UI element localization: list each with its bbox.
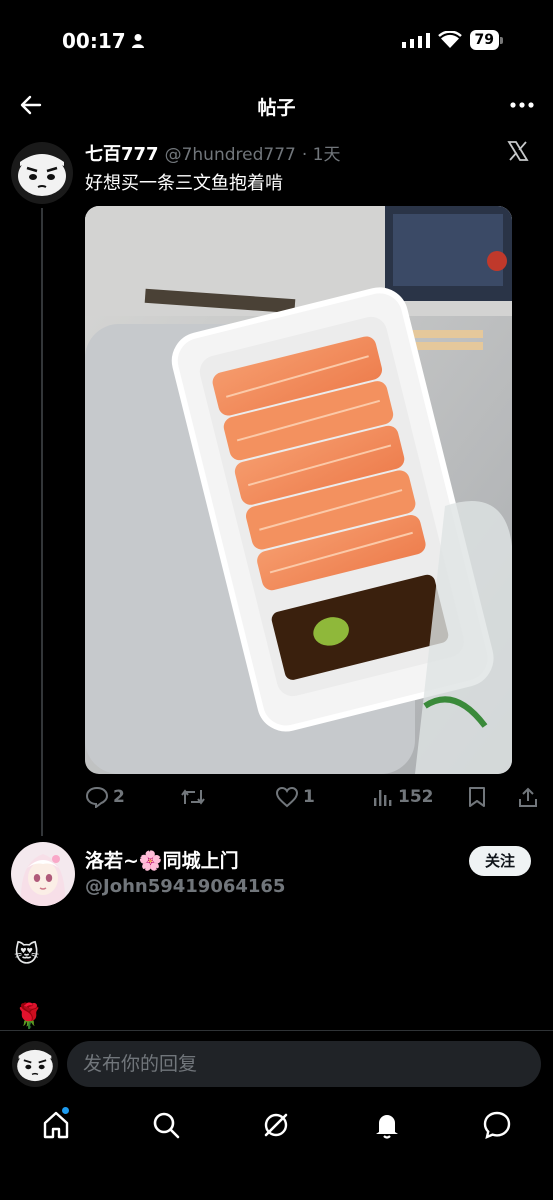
like-count: 1 — [303, 787, 315, 807]
reply-count: 2 — [113, 787, 125, 807]
bottom-tab-bar — [0, 1100, 553, 1156]
messages-icon[interactable] — [482, 1110, 512, 1140]
wifi-icon — [437, 31, 462, 48]
avatar-face-icon — [11, 142, 73, 204]
bookmark-action[interactable] — [467, 786, 487, 808]
post-header: 七百777 @7hundred777 · 1天 — [85, 140, 340, 166]
notifications-bell-icon[interactable] — [372, 1110, 402, 1140]
post-actions: 2 1 152 — [85, 786, 540, 812]
heart-icon — [275, 786, 299, 808]
author-name[interactable]: 七百777 — [85, 140, 159, 166]
views-chart-icon — [374, 790, 392, 806]
reply-user-handle[interactable]: @John59419064165 — [85, 876, 285, 897]
bookmark-icon — [469, 787, 485, 807]
repost-icon — [181, 789, 205, 805]
post-time: · 1天 — [301, 145, 341, 165]
author-avatar[interactable] — [11, 142, 73, 204]
share-icon — [519, 787, 537, 807]
post-text: 好想买一条三文鱼抱着啃 — [85, 173, 283, 194]
grok-icon[interactable] — [261, 1110, 291, 1140]
heart-eyes-cat-emoji: 😻 — [14, 940, 40, 968]
rose-emoji: 🌹 — [14, 1002, 44, 1030]
reply-user-avatar[interactable] — [11, 842, 75, 906]
author-handle[interactable]: @7hundred777 — [165, 145, 296, 165]
views-count: 152 — [398, 787, 434, 807]
search-icon[interactable] — [151, 1110, 181, 1140]
person-icon — [132, 34, 144, 48]
page-title: 帖子 — [257, 97, 296, 119]
my-avatar[interactable] — [12, 1041, 58, 1087]
home-icon[interactable] — [41, 1110, 71, 1140]
reply-compose-bar: 发布你的回复 — [0, 1030, 553, 1100]
signal-icon — [401, 33, 430, 48]
follow-button[interactable]: 关注 — [469, 846, 531, 876]
battery-tip — [500, 36, 503, 44]
status-bar: 00:17 79 — [0, 0, 553, 80]
salmon-sashimi-photo — [85, 206, 512, 774]
status-time: 00:17 — [62, 29, 126, 53]
repost-action[interactable] — [180, 786, 206, 808]
reply-action[interactable]: 2 — [85, 786, 125, 808]
share-action[interactable] — [517, 786, 539, 808]
thread-line — [41, 208, 43, 836]
views-action[interactable]: 152 — [372, 786, 434, 808]
avatar-face-icon — [12, 1041, 58, 1087]
x-logo-icon — [507, 141, 529, 161]
like-action[interactable]: 1 — [275, 786, 315, 808]
home-notification-dot — [62, 1107, 69, 1114]
top-navigation-bar: 帖子 — [0, 82, 553, 128]
status-icons: 79 — [401, 30, 503, 50]
reply-user-name[interactable]: 洛若~🌸同城上门 — [85, 846, 239, 873]
anime-girl-avatar-icon — [11, 842, 75, 906]
reply-input[interactable]: 发布你的回复 — [67, 1041, 541, 1087]
battery-indicator: 79 — [469, 30, 499, 50]
post-image[interactable] — [85, 206, 512, 774]
more-options-icon[interactable] — [509, 94, 535, 116]
reply-icon — [85, 786, 109, 808]
